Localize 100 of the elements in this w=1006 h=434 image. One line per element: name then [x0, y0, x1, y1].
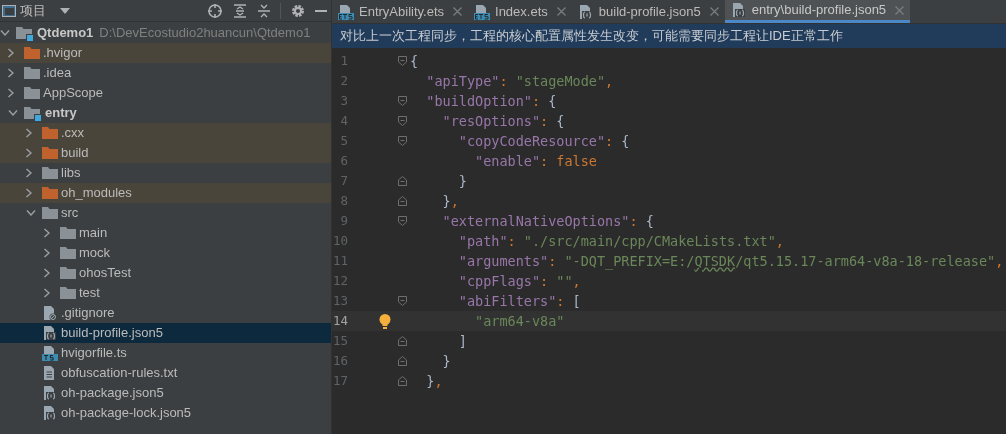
fold-marker-icon[interactable]: [397, 116, 407, 126]
tree-item[interactable]: test: [0, 283, 331, 303]
tree-item-label: obfuscation-rules.txt: [61, 364, 178, 383]
code-line: "arm64-v8a": [474, 311, 565, 331]
line-number: 17: [332, 371, 348, 390]
tree-item[interactable]: .idea: [0, 63, 331, 83]
fold-marker-icon[interactable]: [397, 376, 407, 386]
fold-marker-icon[interactable]: [397, 296, 407, 306]
line-number: 16: [332, 351, 348, 370]
folder-icon: [24, 45, 40, 61]
line-number: 3: [339, 91, 348, 110]
code-line: }: [457, 171, 467, 191]
tree-item-label: .gitignore: [61, 304, 115, 323]
line-number: 15: [332, 331, 348, 350]
line-number: 6: [339, 151, 348, 170]
close-icon[interactable]: [453, 7, 462, 16]
folder-icon: [42, 185, 58, 201]
tree-item[interactable]: hvigorfile.ts: [0, 343, 331, 363]
project-path: D:\DevEcostudio2huancun\Qtdemo1: [99, 24, 311, 43]
tree-item[interactable]: oh_modules: [0, 183, 331, 203]
tree-item-label: build-profile.json5: [61, 324, 163, 343]
fold-marker-icon[interactable]: [397, 336, 407, 346]
editor-tab[interactable]: entry\build-profile.json5: [724, 0, 911, 23]
fold-marker-icon[interactable]: [397, 216, 407, 226]
fold-marker-icon[interactable]: [397, 96, 407, 106]
tree-item[interactable]: main: [0, 223, 331, 243]
tree-item[interactable]: src: [0, 203, 331, 223]
module-folder-icon: [24, 105, 42, 121]
code-line: ]: [457, 331, 467, 351]
fold-marker-icon[interactable]: [397, 56, 407, 66]
close-icon[interactable]: [556, 7, 566, 16]
folder-icon: [24, 85, 40, 101]
tree-item[interactable]: .gitignore: [0, 303, 331, 323]
tree-item-label: AppScope: [43, 84, 103, 103]
tree-item-label: build: [61, 144, 89, 163]
folder-icon: [60, 245, 76, 261]
fold-marker-icon[interactable]: [397, 356, 407, 366]
expand-all-icon[interactable]: [234, 3, 246, 18]
tree-item-label: main: [79, 224, 108, 243]
line-number: 2: [339, 71, 348, 90]
panel-title[interactable]: 项目: [20, 0, 46, 21]
code-line: "apiType": "stageMode",: [425, 71, 614, 91]
editor-tab[interactable]: Index.ets: [468, 0, 572, 23]
code-line: {: [410, 51, 419, 71]
lightbulb-icon[interactable]: [379, 313, 391, 329]
collapse-all-icon[interactable]: [258, 3, 270, 18]
locate-icon[interactable]: [208, 3, 222, 18]
line-number: 9: [339, 211, 348, 230]
tree-item[interactable]: libs: [0, 163, 331, 183]
tree-item[interactable]: oh-package.json5: [0, 383, 331, 403]
ts-file-icon: [42, 345, 58, 361]
dropdown-caret-icon[interactable]: [60, 7, 70, 14]
folder-icon: [42, 145, 58, 161]
json-file-icon: [730, 2, 747, 18]
line-number: 5: [339, 131, 348, 150]
line-number: 14: [332, 311, 348, 330]
code-line: },: [425, 371, 443, 391]
line-number: 4: [339, 111, 348, 130]
fold-marker-icon[interactable]: [397, 136, 407, 146]
line-number: 10: [332, 231, 348, 250]
line-number: 12: [332, 271, 348, 290]
close-icon[interactable]: [895, 5, 905, 15]
code-line: "enable": false: [474, 151, 597, 171]
fold-marker-icon[interactable]: [397, 196, 407, 206]
tree-item-label: .cxx: [61, 124, 85, 143]
ets-file-icon: [474, 3, 490, 20]
ets-file-icon: [338, 3, 354, 20]
tree-item[interactable]: .hvigor: [0, 43, 331, 63]
editor-tab[interactable]: build-profile.json5: [571, 0, 725, 23]
tree-item-label: Qtdemo1: [37, 24, 94, 43]
json-file-icon: [42, 385, 58, 401]
fold-marker-icon[interactable]: [397, 176, 407, 186]
tree-item[interactable]: .cxx: [0, 123, 331, 143]
tree-item[interactable]: mock: [0, 243, 331, 263]
line-number: 8: [339, 191, 348, 210]
line-number: 11: [332, 251, 348, 270]
tree-item[interactable]: AppScope: [0, 83, 331, 103]
code-line: }: [441, 351, 451, 371]
tree-item[interactable]: entry: [0, 103, 331, 123]
tree-item[interactable]: oh-package-lock.json5: [0, 403, 331, 423]
module-folder-icon: [16, 25, 34, 41]
folder-icon: [60, 285, 76, 301]
code-line: "buildOption": {: [425, 91, 557, 111]
tree-item-label: ohosTest: [79, 264, 132, 283]
json-file-icon: [42, 405, 58, 421]
folder-icon: [60, 265, 76, 281]
tree-item[interactable]: build-profile.json5: [0, 323, 331, 343]
tree-item[interactable]: Qtdemo1 D:\DevEcostudio2huancun\Qtdemo1: [0, 23, 331, 43]
folder-icon: [24, 65, 40, 81]
tree-item[interactable]: ohosTest: [0, 263, 331, 283]
tree-item[interactable]: build: [0, 143, 331, 163]
code-line: },: [441, 191, 459, 211]
tree-item[interactable]: obfuscation-rules.txt: [0, 363, 331, 383]
close-icon[interactable]: [709, 7, 719, 16]
editor-tab[interactable]: EntryAbility.ets: [332, 0, 468, 23]
tree-item-label: test: [79, 284, 100, 303]
settings-icon[interactable]: [291, 3, 305, 18]
line-number: 13: [332, 291, 348, 310]
code-line: "externalNativeOptions": {: [441, 211, 654, 231]
folder-icon: [42, 125, 58, 141]
